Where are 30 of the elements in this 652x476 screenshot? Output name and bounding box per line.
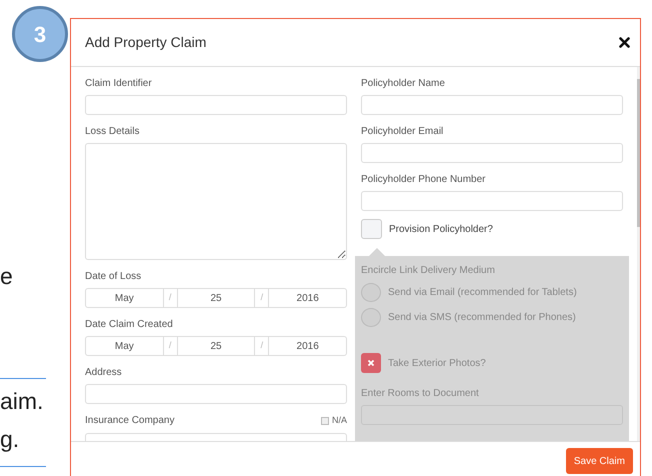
dialog-title: Add Property Claim bbox=[85, 33, 206, 52]
field-label: Address bbox=[85, 366, 123, 379]
close-icon[interactable] bbox=[619, 37, 630, 48]
field-label: Policyholder Name bbox=[361, 77, 446, 90]
checkbox[interactable] bbox=[361, 219, 382, 239]
background-text: e bbox=[0, 265, 13, 288]
na-checkbox[interactable]: N/A bbox=[320, 414, 347, 428]
field-label: Policyholder Phone Number bbox=[361, 173, 487, 186]
input-field[interactable] bbox=[361, 191, 623, 211]
panel-heading: Encircle Link Delivery Medium bbox=[361, 264, 496, 277]
background-text: aim. bbox=[0, 390, 44, 413]
background-text: g. bbox=[0, 428, 20, 451]
input-field[interactable] bbox=[361, 95, 623, 115]
field-label: Date Claim Created bbox=[85, 318, 174, 331]
input-field[interactable] bbox=[85, 95, 347, 115]
field-label: Policyholder Email bbox=[361, 125, 444, 138]
step-badge: 3 bbox=[12, 6, 68, 62]
x-icon bbox=[367, 359, 375, 367]
radio-label: Send via Email (recommended for Tablets) bbox=[388, 286, 577, 300]
input-field[interactable] bbox=[85, 384, 347, 404]
field-label: Insurance Company bbox=[85, 414, 174, 428]
field-label: Date of Loss bbox=[85, 270, 142, 283]
field-label: Loss Details bbox=[85, 125, 140, 138]
input-field[interactable] bbox=[361, 143, 623, 163]
checkbox-label: Provision Policyholder? bbox=[389, 222, 493, 236]
toggle-label: Take Exterior Photos? bbox=[388, 356, 486, 370]
field-label: Enter Rooms to Document bbox=[361, 387, 480, 400]
textarea-field[interactable] bbox=[85, 143, 347, 260]
radio-label: Send via SMS (recommended for Phones) bbox=[388, 311, 576, 325]
field-label: Claim Identifier bbox=[85, 77, 153, 90]
